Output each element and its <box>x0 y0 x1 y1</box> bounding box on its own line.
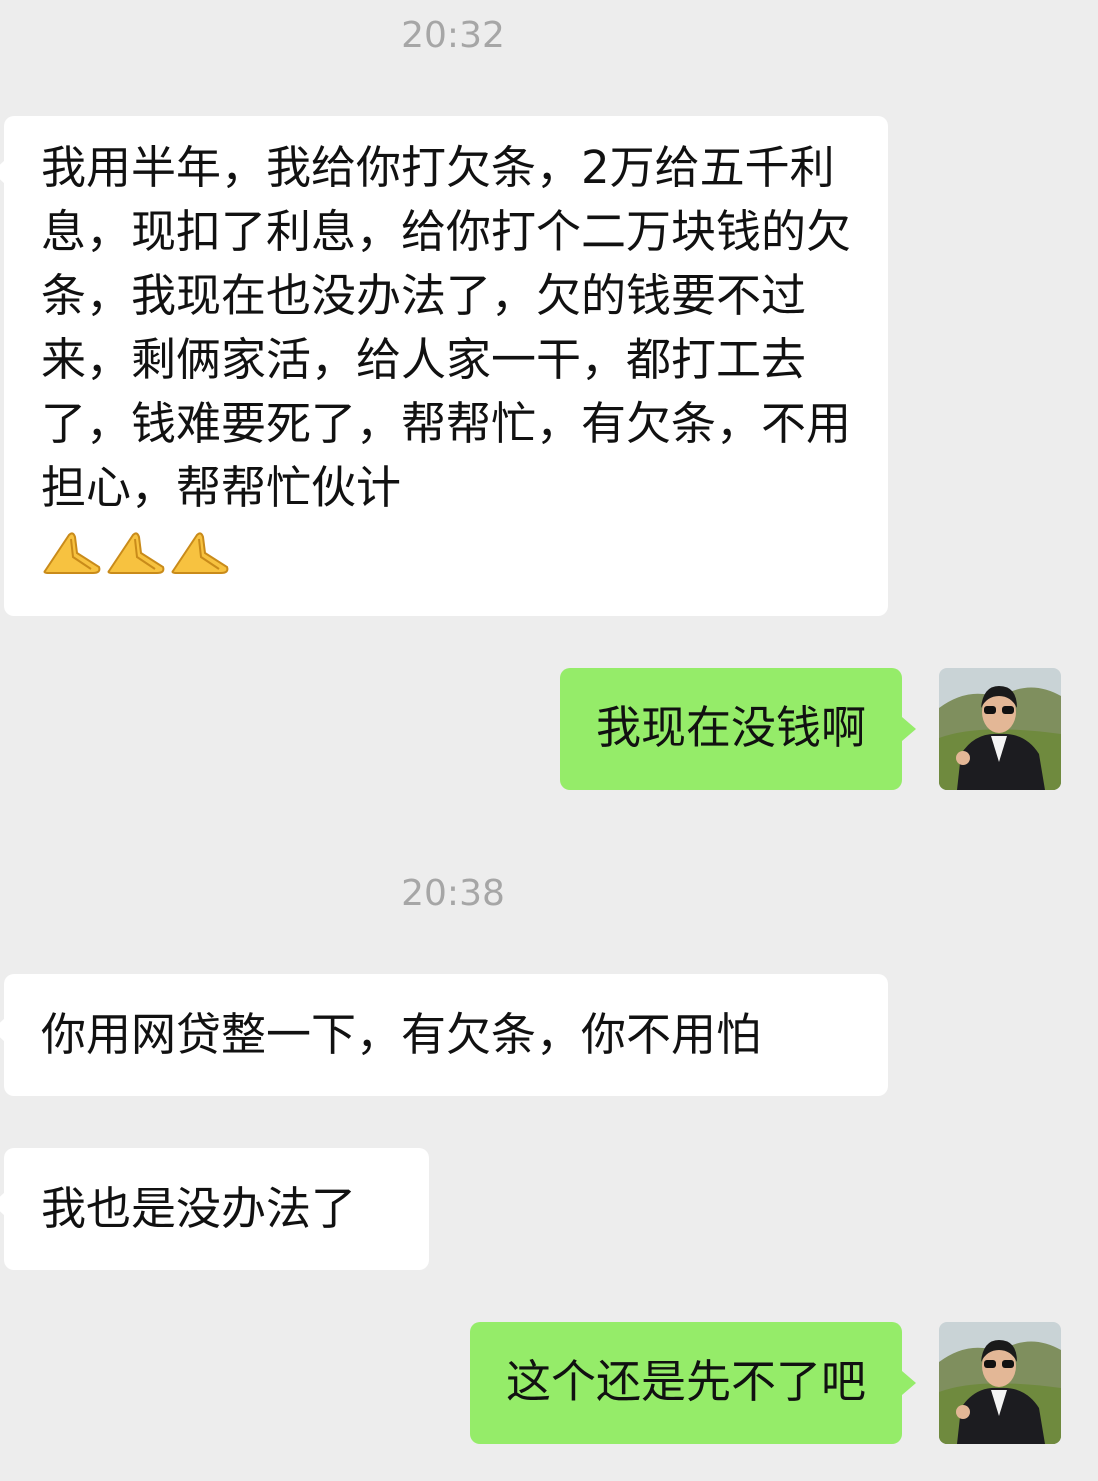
outgoing-message-bubble[interactable]: 我现在没钱啊 <box>559 668 917 790</box>
outgoing-message-bubble[interactable]: 这个还是先不了吧 <box>469 1322 917 1444</box>
message-text: 我用半年，我给你打欠条，2万给五千利息，现扣了利息，给你打个二万块钱的欠条，我现… <box>41 141 852 514</box>
avatar-photo <box>939 1322 1061 1444</box>
message-text: 我现在没钱啊 <box>595 701 866 754</box>
avatar[interactable] <box>939 668 1061 790</box>
praying-hands-emoji <box>171 532 229 574</box>
incoming-message-bubble[interactable]: 我用半年，我给你打欠条，2万给五千利息，现扣了利息，给你打个二万块钱的欠条，我现… <box>0 116 888 616</box>
avatar[interactable] <box>939 1322 1061 1444</box>
timestamp: 20:38 <box>401 873 505 914</box>
incoming-message-bubble[interactable]: 你用网贷整一下，有欠条，你不用怕 <box>0 974 888 1096</box>
praying-hands-emoji <box>107 532 165 574</box>
incoming-message-bubble[interactable]: 我也是没办法了 <box>0 1148 429 1270</box>
message-text: 这个还是先不了吧 <box>505 1355 866 1408</box>
message-text: 我也是没办法了 <box>41 1182 357 1235</box>
timestamp: 20:32 <box>401 15 505 56</box>
message-text: 你用网贷整一下，有欠条，你不用怕 <box>41 1008 762 1061</box>
avatar-photo <box>939 668 1061 790</box>
praying-hands-emoji <box>43 532 101 574</box>
emoji-row <box>41 520 851 584</box>
